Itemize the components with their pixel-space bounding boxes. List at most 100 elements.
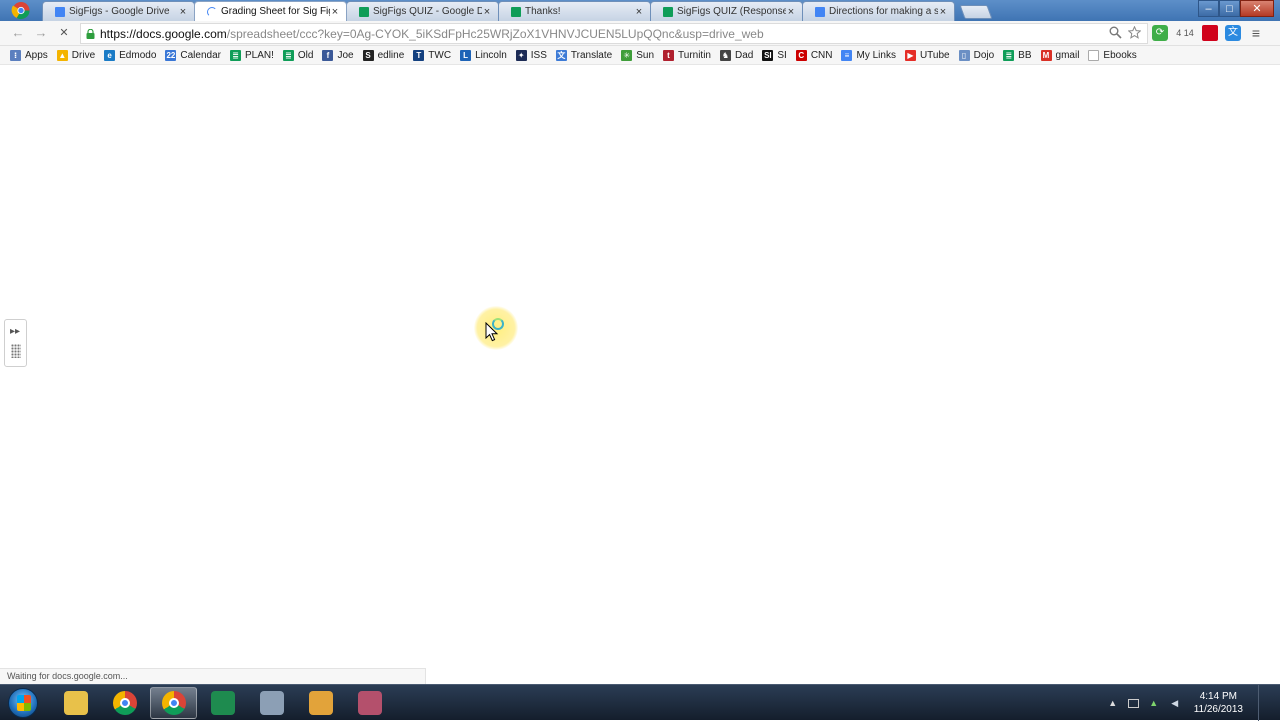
- google-docs-icon: [815, 6, 825, 17]
- excel-icon: [210, 691, 235, 715]
- bookmark-star-icon[interactable]: [1128, 26, 1141, 39]
- google-drive-tray-icon[interactable]: ▲: [1148, 697, 1160, 709]
- bookmark-label: Drive: [71, 49, 96, 61]
- browser-tab[interactable]: SigFigs QUIZ (Responses) ×: [650, 1, 803, 21]
- tab-title: Grading Sheet for Sig Figs: [221, 6, 330, 17]
- browser-tab[interactable]: Directions for making a se ×: [802, 1, 955, 21]
- taskbar-apps: [52, 687, 393, 719]
- start-button[interactable]: [8, 688, 38, 718]
- bookmark-label: CNN: [810, 49, 833, 61]
- google-sheets-icon: [663, 6, 673, 17]
- taskbar-app-button[interactable]: [248, 687, 295, 719]
- si-icon: SI: [762, 49, 774, 61]
- tab-close-icon[interactable]: ×: [938, 6, 948, 17]
- taskbar-app-button[interactable]: [297, 687, 344, 719]
- tab-close-icon[interactable]: ×: [330, 6, 340, 17]
- browser-tab-strip: SigFigs - Google Drive × Grading Sheet for…: [0, 0, 1280, 21]
- taskbar-app-button[interactable]: [346, 687, 393, 719]
- apps-grid-icon: ⁝: [10, 49, 21, 61]
- bookmark-item[interactable]: ✳ Sun: [621, 49, 654, 61]
- stop-loading-button[interactable]: ✕: [56, 25, 72, 41]
- bookmark-item[interactable]: ≣ PLAN!: [229, 49, 274, 61]
- bookmark-item[interactable]: 文 Translate: [555, 49, 612, 61]
- bookmark-item[interactable]: T TWC: [413, 49, 451, 61]
- folder-icon: [1088, 49, 1100, 61]
- taskbar-app-button[interactable]: [199, 687, 246, 719]
- browser-tab[interactable]: Thanks! ×: [498, 1, 651, 21]
- bookmarks-bar: ⁝ Apps ▲ Drive e Edmodo 22 Calendar ≣ PLAN! ≣ Old f J…: [0, 46, 1280, 65]
- forward-button[interactable]: →: [33, 25, 49, 41]
- taskbar-app-button[interactable]: [150, 687, 197, 719]
- bookmark-label: Apps: [25, 49, 48, 61]
- bookmark-item[interactable]: f Joe: [322, 49, 354, 61]
- tab-close-icon[interactable]: ×: [786, 6, 796, 17]
- tab-list: SigFigs - Google Drive × Grading Sheet for…: [42, 1, 993, 21]
- translate-extension-icon[interactable]: 文: [1225, 25, 1241, 41]
- show-desktop-button[interactable]: [1258, 685, 1268, 721]
- bookmark-item[interactable]: ✦ ISS: [515, 49, 547, 61]
- clock[interactable]: 4:14 PM 11/26/2013: [1194, 690, 1243, 716]
- red-extension-icon[interactable]: [1202, 25, 1218, 41]
- bookmark-item[interactable]: Sedline: [362, 49, 404, 61]
- sync-extension-icon[interactable]: ⟳: [1152, 25, 1168, 41]
- gmail-icon: M: [1040, 49, 1052, 61]
- bookmark-item[interactable]: ⁝ Apps: [10, 49, 48, 61]
- taskbar-app-button[interactable]: [52, 687, 99, 719]
- browser-toolbar: ← → ✕ https://docs.google.com/spreadshee…: [0, 21, 1280, 46]
- bookmark-item[interactable]: ≡ My Links: [841, 49, 896, 61]
- action-center-icon[interactable]: [1127, 698, 1139, 708]
- screen-recorder-icon: [357, 691, 382, 715]
- twc-icon: T: [413, 49, 425, 61]
- back-button[interactable]: ←: [10, 25, 26, 41]
- bookmark-item[interactable]: e Edmodo: [104, 49, 156, 61]
- volume-icon[interactable]: ◀: [1169, 697, 1181, 709]
- bookmark-item[interactable]: L Lincoln: [460, 49, 507, 61]
- bookmark-item[interactable]: ♞ Dad: [720, 49, 753, 61]
- bookmark-label: gmail: [1055, 49, 1080, 61]
- tab-close-icon[interactable]: ×: [482, 6, 492, 17]
- file-explorer-icon: [63, 691, 88, 715]
- window-close-button[interactable]: ✕: [1240, 0, 1274, 17]
- turnitin-icon: t: [663, 49, 675, 61]
- youtube-icon: ▶: [904, 49, 916, 61]
- show-hidden-icons-button[interactable]: ▲: [1107, 697, 1119, 709]
- bookmark-item[interactable]: ≣ Old: [282, 49, 313, 61]
- dojo-icon: ▯: [958, 49, 970, 61]
- tab-close-icon[interactable]: ×: [634, 6, 644, 17]
- google-docs-icon: ≡: [841, 49, 853, 61]
- bookmark-item[interactable]: Mgmail: [1040, 49, 1080, 61]
- chrome-logo-icon[interactable]: [10, 1, 32, 20]
- bookmark-item[interactable]: SI SI: [762, 49, 787, 61]
- new-tab-button[interactable]: [959, 5, 993, 19]
- sun-icon: ✳: [621, 49, 633, 61]
- bookmark-item[interactable]: ▯ Dojo: [958, 49, 994, 61]
- bookmark-item[interactable]: Ebooks: [1088, 49, 1137, 61]
- extension-badge[interactable]: 4 14: [1175, 25, 1195, 41]
- browser-tab[interactable]: Grading Sheet for Sig Figs ×: [194, 1, 347, 21]
- browser-tab[interactable]: SigFigs - Google Drive ×: [42, 1, 195, 21]
- side-panel-handle[interactable]: ▸▸: [4, 319, 27, 367]
- bookmark-item[interactable]: ▲ Drive: [56, 49, 96, 61]
- taskbar-app-button[interactable]: [101, 687, 148, 719]
- maximize-button[interactable]: □: [1219, 0, 1240, 17]
- bookmark-label: PLAN!: [244, 49, 274, 61]
- address-bar[interactable]: https://docs.google.com/spreadsheet/ccc?…: [80, 23, 1148, 44]
- bookmark-label: ISS: [530, 49, 547, 61]
- extension-icons: ⟳ 4 14 文 ≡: [1152, 25, 1264, 41]
- browser-tab[interactable]: SigFigs QUIZ - Google Dri ×: [346, 1, 499, 21]
- minimize-button[interactable]: –: [1198, 0, 1219, 17]
- search-icon[interactable]: [1109, 26, 1122, 39]
- bookmark-item[interactable]: ≣ BB: [1003, 49, 1032, 61]
- bookmark-item[interactable]: 22 Calendar: [165, 49, 221, 61]
- google-sheets-icon: ≣: [1003, 49, 1015, 61]
- tab-close-icon[interactable]: ×: [178, 6, 188, 17]
- google-sheets-icon: ≣: [282, 49, 294, 61]
- url-host: https://docs.google.com: [100, 26, 227, 41]
- tab-title: SigFigs - Google Drive: [69, 6, 170, 17]
- bookmark-label: My Links: [856, 49, 896, 61]
- chrome-menu-icon[interactable]: ≡: [1248, 25, 1264, 41]
- edline-icon: S: [362, 49, 374, 61]
- bookmark-item[interactable]: ▶ UTube: [904, 49, 950, 61]
- bookmark-item[interactable]: C CNN: [795, 49, 833, 61]
- bookmark-item[interactable]: t Turnitin: [663, 49, 711, 61]
